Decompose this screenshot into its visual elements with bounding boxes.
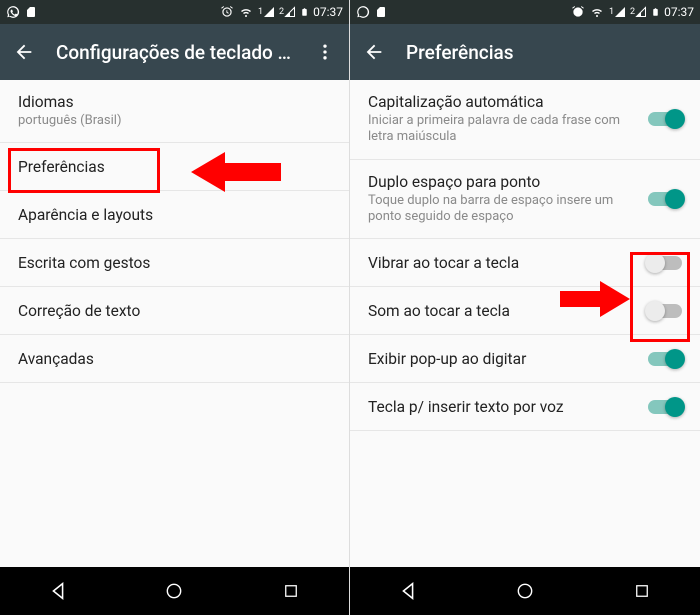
appbar: Configurações de teclado d… <box>0 24 349 80</box>
signal-2-icon: 2 <box>279 6 296 18</box>
battery-icon <box>651 5 660 19</box>
preferences-list: Capitalização automática Iniciar a prime… <box>350 80 700 431</box>
row-label: Avançadas <box>18 350 331 368</box>
phone-left: 1 2 07:37 Configurações de teclado d… Id… <box>0 0 350 615</box>
nav-home-button[interactable] <box>117 567 232 615</box>
whatsapp-icon <box>356 5 370 19</box>
row-avancadas[interactable]: Avançadas <box>0 335 349 383</box>
overflow-menu-button[interactable] <box>313 40 337 64</box>
clock-text: 07:37 <box>313 5 343 19</box>
signal-2-icon: 2 <box>630 6 647 18</box>
row-escrita-gestos[interactable]: Escrita com gestos <box>0 239 349 287</box>
nav-recent-button[interactable] <box>584 567 700 615</box>
signal-1-icon: 1 <box>609 6 626 18</box>
row-sublabel: Toque duplo na barra de espaço insere um… <box>368 193 634 226</box>
nav-home-button[interactable] <box>467 567 583 615</box>
page-title: Preferências <box>406 41 688 64</box>
sdcard-icon <box>375 5 387 19</box>
row-label: Preferências <box>18 158 331 176</box>
navbar <box>350 567 700 615</box>
alarm-icon <box>571 5 585 19</box>
row-sublabel: Iniciar a primeira palavra de cada frase… <box>368 113 634 146</box>
nav-back-button[interactable] <box>1 567 116 615</box>
row-capitalizacao[interactable]: Capitalização automática Iniciar a prime… <box>350 80 700 160</box>
wifi-icon <box>589 6 605 18</box>
wifi-icon <box>238 6 254 18</box>
toggle-popup[interactable] <box>648 352 682 366</box>
statusbar: 1 2 07:37 <box>350 0 700 24</box>
row-label: Aparência e layouts <box>18 206 331 224</box>
row-preferencias[interactable]: Preferências <box>0 143 349 191</box>
nav-back-button[interactable] <box>351 567 467 615</box>
alarm-icon <box>220 5 234 19</box>
row-label: Tecla p/ inserir texto por voz <box>368 398 634 416</box>
row-vibrar[interactable]: Vibrar ao tocar a tecla <box>350 239 700 287</box>
battery-icon <box>300 5 309 19</box>
row-label: Capitalização automática <box>368 93 634 111</box>
row-label: Exibir pop-up ao digitar <box>368 350 634 368</box>
signal-1-icon: 1 <box>258 6 275 18</box>
sdcard-icon <box>25 5 37 19</box>
toggle-voz[interactable] <box>648 400 682 414</box>
appbar: Preferências <box>350 24 700 80</box>
toggle-vibrar[interactable] <box>648 256 682 270</box>
row-label: Escrita com gestos <box>18 254 331 272</box>
row-sublabel: português (Brasil) <box>18 113 331 129</box>
page-title: Configurações de teclado d… <box>56 41 293 64</box>
back-button[interactable] <box>362 40 386 64</box>
phone-right: 1 2 07:37 Preferências Capitalização aut… <box>350 0 700 615</box>
toggle-duplo-espaco[interactable] <box>648 192 682 206</box>
statusbar: 1 2 07:37 <box>0 0 349 24</box>
row-label: Vibrar ao tocar a tecla <box>368 254 634 272</box>
row-label: Duplo espaço para ponto <box>368 173 634 191</box>
row-som[interactable]: Som ao tocar a tecla <box>350 287 700 335</box>
row-duplo-espaco[interactable]: Duplo espaço para ponto Toque duplo na b… <box>350 160 700 240</box>
row-aparencia[interactable]: Aparência e layouts <box>0 191 349 239</box>
row-label: Som ao tocar a tecla <box>368 302 634 320</box>
settings-list: Idiomas português (Brasil) Preferências … <box>0 80 349 383</box>
whatsapp-icon <box>6 5 20 19</box>
nav-recent-button[interactable] <box>233 567 348 615</box>
row-label: Correção de texto <box>18 302 331 320</box>
row-idiomas[interactable]: Idiomas português (Brasil) <box>0 80 349 143</box>
row-correcao-texto[interactable]: Correção de texto <box>0 287 349 335</box>
toggle-capitalizacao[interactable] <box>648 112 682 126</box>
row-popup[interactable]: Exibir pop-up ao digitar <box>350 335 700 383</box>
back-button[interactable] <box>12 40 36 64</box>
toggle-som[interactable] <box>648 304 682 318</box>
clock-text: 07:37 <box>664 5 694 19</box>
navbar <box>0 567 349 615</box>
row-voz[interactable]: Tecla p/ inserir texto por voz <box>350 383 700 431</box>
row-label: Idiomas <box>18 93 331 111</box>
